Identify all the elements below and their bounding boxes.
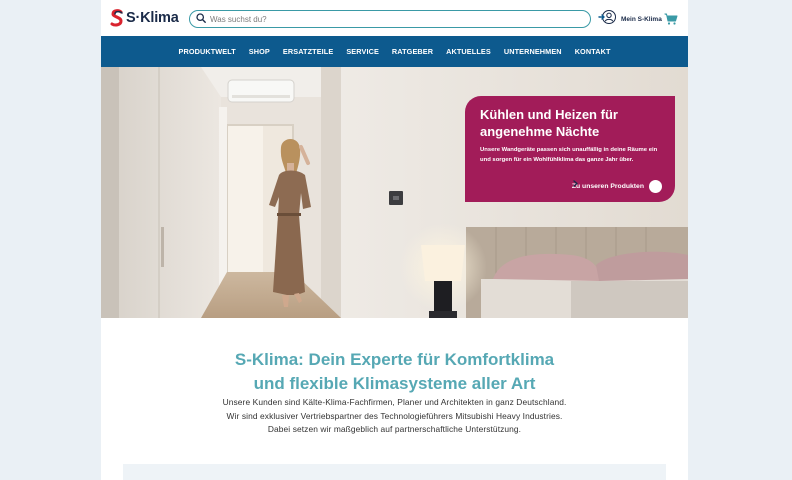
intro-text: Unsere Kunden sind Kälte-Klima-Fachfirme… [101,396,688,437]
promo-title-line2: angenehme Nächte [480,124,600,139]
main-navigation: PRODUKTWELT SHOP ERSATZTEILE SERVICE RAT… [101,36,688,67]
s-klima-logo-icon [110,9,124,27]
nav-item-aktuelles[interactable]: AKTUELLES [446,47,491,56]
arrow-right-icon[interactable] [573,180,662,193]
nav-item-kontakt[interactable]: KONTAKT [575,47,611,56]
intro-heading-line2: und flexible Klimasysteme aller Art [253,374,536,393]
intro-text-line3: Dabei setzen wir maßgeblich auf partners… [267,424,522,434]
products-link-label[interactable]: Zu unseren Produkten [572,183,644,190]
account-label: Mein S-Klima [621,15,662,23]
user-icon [598,9,618,30]
promo-card: Kühlen und Heizen für angenehme Nächte U… [465,96,675,202]
hero-banner: Kühlen und Heizen für angenehme Nächte U… [101,67,688,318]
content-band [123,464,666,480]
search-icon[interactable] [196,10,206,28]
intro-section: S-Klima: Dein Experte für Komfortklima u… [101,318,688,480]
account-link[interactable]: Mein S-Klima [598,9,662,30]
site-header: S·Klima Mein S-Klima [101,0,688,36]
intro-heading-line1: S-Klima: Dein Experte für Komfortklima [234,350,555,369]
intro-heading: S-Klima: Dein Experte für Komfortklima u… [101,348,688,396]
products-link[interactable]: Zu unseren Produkten [572,180,662,193]
logo[interactable]: S·Klima [110,8,179,28]
intro-text-line2: Wir sind exklusiver Vertriebspartner des… [226,410,563,421]
page: S·Klima Mein S-Klima [101,0,688,480]
nav-item-produktwelt[interactable]: PRODUKTWELT [178,47,235,56]
search-input[interactable] [210,14,570,24]
intro-text-line1: Unsere Kunden sind Kälte-Klima-Fachfirme… [222,397,567,407]
search-bar[interactable] [189,10,591,28]
promo-text: Unsere Wandgeräte passen sich unauffälli… [480,147,658,163]
nav-item-shop[interactable]: SHOP [249,47,270,56]
promo-title-line1: Kühlen und Heizen für [480,107,618,122]
nav-item-ratgeber[interactable]: RATGEBER [392,47,433,56]
nav-item-ersatzteile[interactable]: ERSATZTEILE [283,47,333,56]
nav-item-service[interactable]: SERVICE [346,47,379,56]
brand-name: S·Klima [126,10,179,26]
nav-item-unternehmen[interactable]: UNTERNEHMEN [504,47,562,56]
cart-icon[interactable] [664,12,678,30]
